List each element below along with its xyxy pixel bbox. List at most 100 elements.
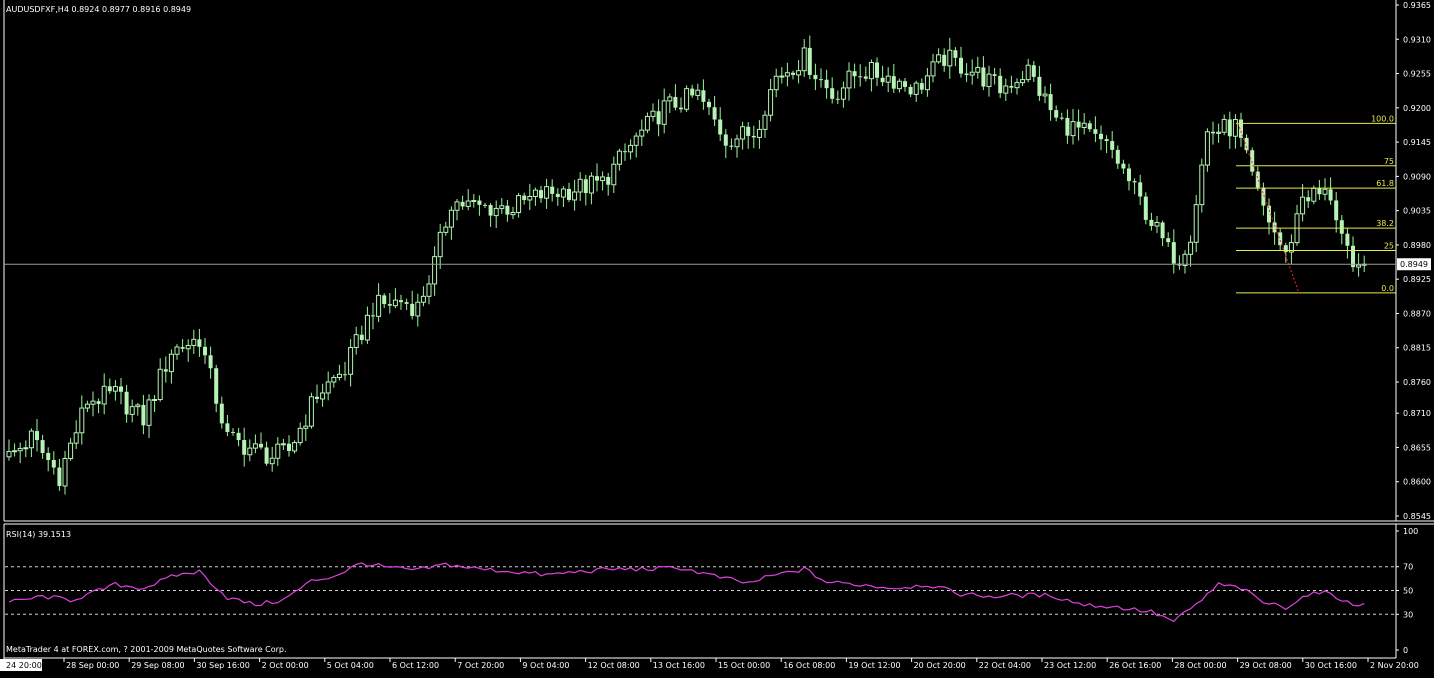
time-tick-label: 24 20:00 bbox=[6, 661, 42, 670]
candle-body-up bbox=[1188, 241, 1194, 255]
candle-body-down bbox=[595, 176, 599, 181]
candle-body-up bbox=[885, 75, 891, 83]
candle-body-up bbox=[779, 75, 785, 78]
candle-body-down bbox=[107, 386, 112, 392]
candle-body-down bbox=[214, 368, 219, 404]
candle-body-down bbox=[119, 386, 123, 392]
candle-body-down bbox=[1065, 117, 1070, 136]
candle-body-up bbox=[1070, 121, 1076, 137]
candle-body-up bbox=[734, 138, 740, 148]
candle-body-up bbox=[639, 129, 645, 137]
candle-body-down bbox=[992, 74, 997, 76]
candle-body-down bbox=[1143, 196, 1148, 220]
candle-body-down bbox=[964, 73, 969, 76]
candle-body-up bbox=[896, 80, 902, 90]
candle-body-up bbox=[560, 188, 566, 198]
candle-body-down bbox=[953, 50, 958, 58]
candle-body-down bbox=[1160, 222, 1165, 239]
candle-body-up bbox=[650, 110, 656, 117]
current-price-label: 0.8949 bbox=[1400, 260, 1428, 269]
time-tick-label: 16 Oct 08:00 bbox=[783, 661, 835, 670]
candle-body-up bbox=[1042, 93, 1048, 97]
candle-body-up bbox=[611, 163, 617, 186]
candle-body-down bbox=[1339, 220, 1344, 234]
candle-body-up bbox=[661, 100, 667, 125]
candle-body-down bbox=[1048, 94, 1053, 111]
candle-body-down bbox=[46, 452, 51, 461]
candle-body-up bbox=[616, 150, 622, 165]
candle-body-up bbox=[756, 128, 762, 138]
symbol-header: AUDUSDFXF,H4 0.8924 0.8977 0.8916 0.8949 bbox=[6, 5, 191, 14]
candle-body-down bbox=[1093, 129, 1098, 134]
candle-body-up bbox=[516, 195, 522, 213]
time-tick-label: 28 Sep 00:00 bbox=[66, 661, 119, 670]
candle-body-down bbox=[1149, 219, 1154, 227]
candle-body-up bbox=[353, 334, 359, 348]
candle-body-up bbox=[308, 396, 314, 427]
candle-body-up bbox=[325, 381, 331, 394]
time-tick-label: 23 Oct 12:00 bbox=[1044, 661, 1096, 670]
candle-body-up bbox=[667, 96, 673, 102]
candle-body-up bbox=[168, 353, 174, 373]
candle-body-down bbox=[942, 54, 947, 66]
candle-body-up bbox=[868, 62, 874, 80]
time-tick-label: 15 Oct 00:00 bbox=[718, 661, 770, 670]
candle-body-up bbox=[784, 72, 790, 77]
candle-body-up bbox=[975, 66, 981, 73]
candle-body-up bbox=[986, 73, 992, 88]
candle-body-up bbox=[280, 443, 286, 446]
candle-body-up bbox=[79, 407, 85, 434]
time-tick-label: 5 Oct 04:00 bbox=[327, 661, 374, 670]
candle-body-up bbox=[740, 126, 746, 140]
candle-body-up bbox=[1232, 119, 1238, 137]
chart-canvas[interactable]: 0.9365 0.9310 0.9255 0.9200 0.9145 0.9090 0.90… bbox=[0, 0, 1434, 674]
candle-body-up bbox=[432, 256, 438, 285]
candle-body-up bbox=[768, 89, 774, 116]
rsi-tick-label: 100 bbox=[1403, 527, 1418, 536]
candle-body-down bbox=[259, 443, 263, 448]
candle-body-down bbox=[1054, 110, 1059, 118]
chart-window[interactable]: 0.9365 0.9310 0.9255 0.9200 0.9145 0.9090 0.90… bbox=[0, 0, 1434, 674]
time-tick-label: 19 Oct 12:00 bbox=[848, 661, 900, 670]
candle-body-up bbox=[336, 373, 342, 378]
candle-body-up bbox=[930, 61, 936, 77]
candle-body-up bbox=[1154, 221, 1160, 227]
time-tick-label: 29 Oct 08:00 bbox=[1240, 661, 1292, 670]
candle-body-up bbox=[12, 450, 18, 453]
price-tick-label: 0.8710 bbox=[1403, 409, 1431, 418]
candle-body-up bbox=[493, 207, 499, 217]
candle-body-down bbox=[539, 190, 543, 199]
candle-body-down bbox=[852, 71, 857, 77]
candle-body-up bbox=[135, 404, 141, 408]
candle-body-down bbox=[225, 423, 230, 432]
price-tick-label: 0.8815 bbox=[1403, 344, 1431, 353]
candle-body-down bbox=[51, 460, 56, 468]
candle-body-down bbox=[287, 443, 291, 451]
candle-body-down bbox=[315, 396, 319, 399]
candle-body-down bbox=[718, 119, 723, 135]
price-tick-label: 0.9090 bbox=[1403, 172, 1431, 181]
time-tick-label: 28 Oct 00:00 bbox=[1174, 661, 1226, 670]
candle-body-down bbox=[701, 90, 706, 102]
candle-body-up bbox=[448, 209, 454, 228]
candle-body-down bbox=[919, 83, 924, 90]
time-tick-label: 2 Oct 00:00 bbox=[262, 661, 309, 670]
price-tick-label: 0.9365 bbox=[1403, 1, 1431, 10]
candle-body-down bbox=[819, 79, 823, 81]
candle-body-up bbox=[1322, 188, 1328, 195]
candle-body-up bbox=[1204, 131, 1210, 166]
candle-body-down bbox=[141, 404, 146, 426]
candle-body-up bbox=[600, 176, 606, 182]
candle-body-up bbox=[269, 457, 275, 465]
candle-body-up bbox=[275, 443, 281, 459]
candle-body-down bbox=[1211, 131, 1215, 134]
price-tick-label: 0.8600 bbox=[1403, 478, 1431, 487]
candle-body-down bbox=[858, 76, 863, 78]
candle-body-down bbox=[180, 346, 185, 349]
candle-body-down bbox=[1272, 222, 1277, 233]
time-tick-label: 26 Oct 16:00 bbox=[1109, 661, 1161, 670]
candle-body-up bbox=[644, 115, 650, 131]
candle-body-up bbox=[297, 427, 303, 444]
candle-body-up bbox=[840, 87, 846, 100]
candle-body-down bbox=[679, 107, 683, 110]
